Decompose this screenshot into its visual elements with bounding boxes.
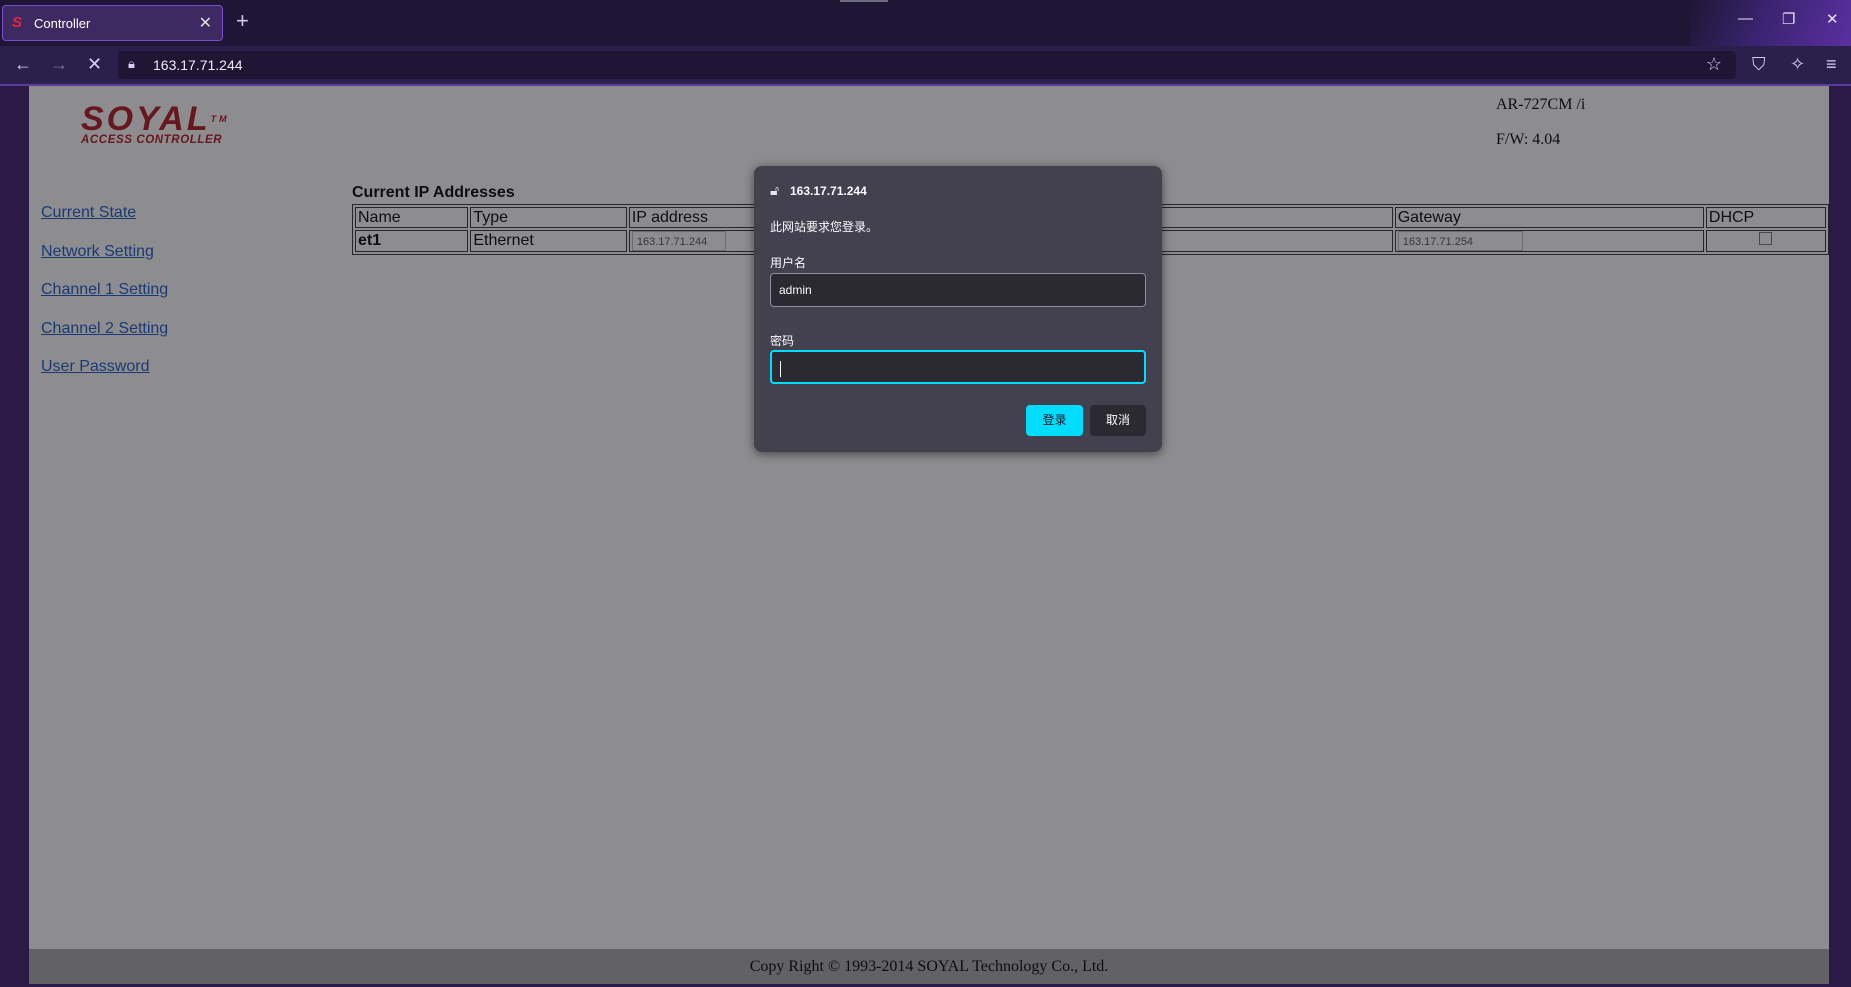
tab-bar: S Controller ✕ + — ❐ ✕ xyxy=(0,0,1851,46)
shield-icon[interactable]: ⛉ xyxy=(1752,54,1766,74)
tab-controller[interactable]: S Controller ✕ xyxy=(2,5,223,41)
back-arrow-icon[interactable]: ← xyxy=(14,54,32,74)
close-tab-icon[interactable]: ✕ xyxy=(199,13,212,33)
login-dialog: 🔓︎ 163.17.71.244 此网站要求您登录。 用户名 admin 密码 … xyxy=(754,166,1162,452)
minimize-icon[interactable]: — xyxy=(1738,10,1753,27)
password-label: 密码 xyxy=(770,334,795,348)
bookmark-star-icon[interactable]: ☆ xyxy=(1706,54,1722,75)
tab-strip-indicator xyxy=(840,0,888,2)
tab-title: Controller xyxy=(34,16,91,31)
extension-icon[interactable]: ✧ xyxy=(1790,54,1805,74)
dialog-host: 163.17.71.244 xyxy=(790,184,867,198)
menu-icon[interactable]: ≡ xyxy=(1826,54,1837,74)
new-tab-plus-icon[interactable]: + xyxy=(236,8,249,34)
stop-icon[interactable]: ✕ xyxy=(87,54,102,74)
lock-icon: 🔓︎ xyxy=(770,182,780,198)
restore-icon[interactable]: ❐ xyxy=(1782,10,1795,28)
password-input[interactable] xyxy=(770,350,1146,384)
page-viewport: SOYALTM ACCESS CONTROLLER AR-727CM /i F/… xyxy=(29,86,1829,984)
dialog-message: 此网站要求您登录。 xyxy=(770,220,879,234)
url-text[interactable]: 163.17.71.244 xyxy=(153,57,243,73)
username-label: 用户名 xyxy=(770,256,807,270)
forward-arrow-icon[interactable]: → xyxy=(50,54,68,74)
text-caret xyxy=(780,360,781,377)
navigation-toolbar: ← → ✕ 🔒︎ 163.17.71.244 ☆ ⛉ ✧ ≡ xyxy=(0,46,1851,84)
address-bar[interactable]: 🔒︎ 163.17.71.244 ☆ xyxy=(118,51,1736,79)
username-input[interactable]: admin xyxy=(770,273,1146,307)
favicon-icon: S xyxy=(12,14,23,31)
window-close-icon[interactable]: ✕ xyxy=(1826,10,1839,28)
cancel-button[interactable]: 取消 xyxy=(1090,405,1146,436)
lock-icon[interactable]: 🔒︎ xyxy=(128,56,135,72)
login-button[interactable]: 登录 xyxy=(1026,405,1083,436)
